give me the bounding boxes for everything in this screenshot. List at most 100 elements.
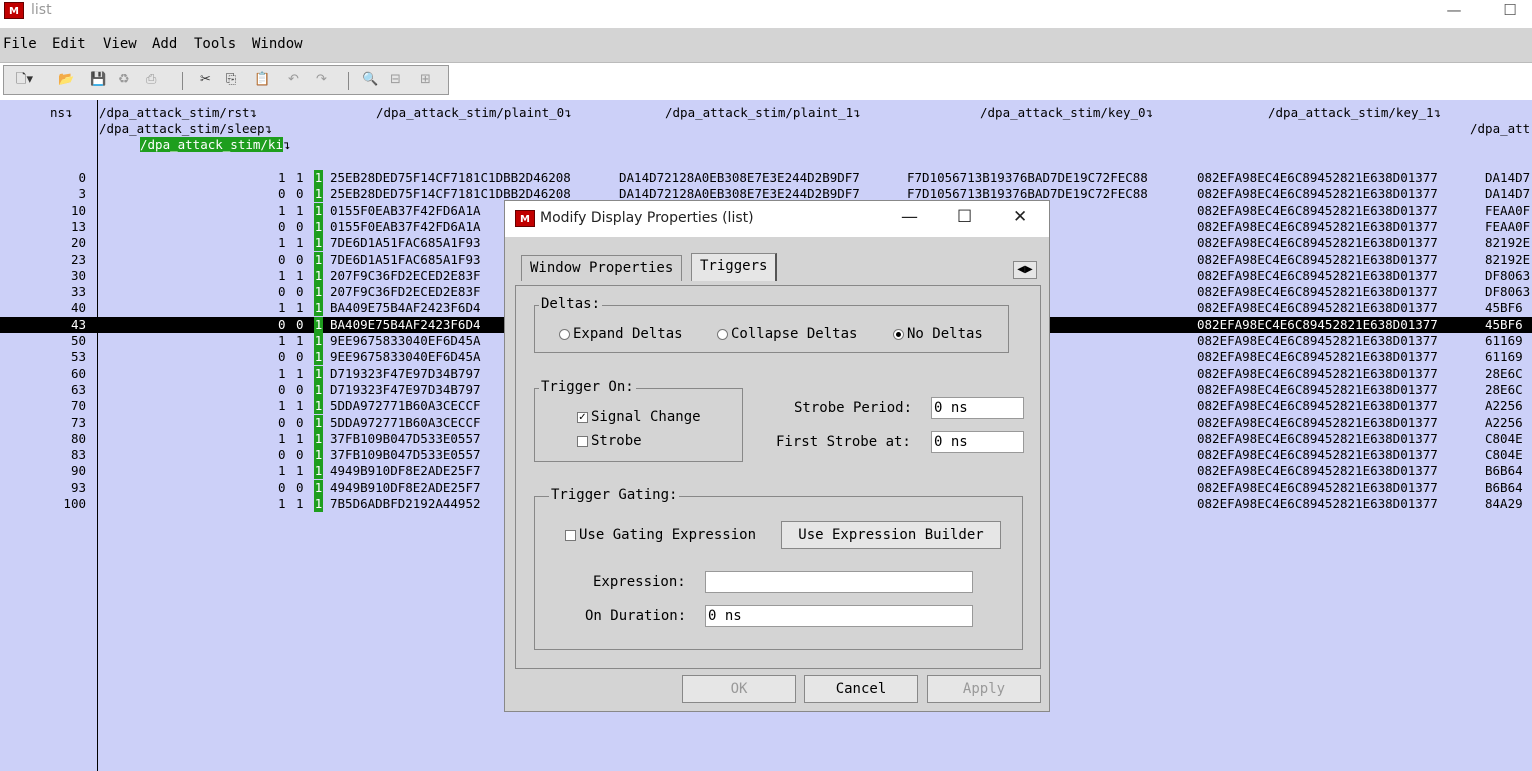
cell-rst: 1 — [278, 170, 286, 185]
cell-ki: 1 — [314, 447, 323, 464]
menu-tools[interactable]: Tools — [194, 36, 236, 52]
cell-rst: 0 — [278, 186, 286, 202]
cell-sleep: 0 — [296, 381, 304, 397]
cell-key-1: 082EFA98EC4E6C89452821E638D01377 — [1197, 496, 1438, 511]
cell-rst: 1 — [278, 267, 286, 283]
header-rst[interactable]: /dpa_attack_stim/rst↴ — [99, 105, 257, 121]
dialog-close-button[interactable]: ✕ — [1013, 207, 1027, 227]
copy-icon[interactable]: ⎘ — [226, 72, 236, 88]
cut-icon[interactable]: ✂ — [200, 72, 211, 88]
toolbar: 🗋▾ 📂 💾 ♻ ⎙ ✂ ⎘ 📋 ↶ ↷ 🔍 ⊟ ⊞ — [0, 63, 1532, 100]
cell-time: 30 — [70, 267, 86, 283]
open-folder-icon[interactable]: 📂 — [58, 72, 74, 88]
cancel-button[interactable]: Cancel — [804, 675, 918, 703]
header-plaint-0[interactable]: /dpa_attack_stim/plaint_0↴ — [376, 105, 572, 121]
cell-ki: 1 — [314, 251, 323, 268]
cell-extra: A2256 — [1485, 414, 1523, 430]
cell-plaint-0: 9EE9675833040EF6D45A — [330, 333, 481, 348]
cell-ki: 1 — [314, 381, 323, 398]
new-file-icon[interactable]: 🗋▾ — [16, 72, 33, 88]
cell-sleep: 0 — [296, 218, 304, 234]
header-plaint-1[interactable]: /dpa_attack_stim/plaint_1↴ — [665, 105, 861, 121]
header-extra[interactable]: /dpa_att — [1470, 121, 1530, 137]
cell-key-1: 082EFA98EC4E6C89452821E638D01377 — [1197, 218, 1438, 234]
paste-icon[interactable]: 📋 — [254, 72, 270, 88]
table-row[interactable]: 0 1 1 25EB28DED75F14CF7181C1DBB2D46208 DA14D… — [0, 170, 1532, 186]
dialog-title: Modify Display Properties (list) — [540, 210, 754, 226]
cell-sleep: 0 — [296, 284, 304, 300]
header-sleep[interactable]: /dpa_attack_stim/sleep↴ — [99, 121, 272, 137]
cell-ki: 1 — [314, 170, 323, 186]
tab-window-properties[interactable]: Window Properties — [521, 255, 683, 281]
cell-time: 73 — [70, 414, 86, 430]
cell-sleep: 1 — [296, 398, 304, 414]
collapse-deltas-radio[interactable]: Collapse Deltas — [717, 326, 857, 342]
cell-time: 50 — [70, 333, 86, 348]
menu-file[interactable]: File — [3, 36, 37, 52]
undo-icon[interactable]: ↶ — [288, 72, 299, 88]
menu-edit[interactable]: Edit — [52, 36, 86, 52]
trigger-on-title: Trigger On: — [539, 379, 636, 395]
expression-field[interactable] — [705, 571, 973, 593]
menu-window[interactable]: Window — [252, 36, 303, 52]
menu-add[interactable]: Add — [152, 36, 177, 52]
cell-plaint-0: D719323F47E97D34B797 — [330, 381, 481, 397]
maximize-button[interactable]: ☐ — [1490, 0, 1530, 22]
ok-button[interactable]: OK — [682, 675, 796, 703]
collapse-icon[interactable]: ⊟ — [390, 72, 401, 88]
cell-extra: 45BF6 — [1485, 316, 1523, 332]
cell-extra: B6B64 — [1485, 463, 1523, 479]
signal-change-checkbox[interactable]: ✓ Signal Change — [577, 409, 701, 425]
cell-extra: 82192E — [1485, 235, 1531, 251]
header-key-1[interactable]: /dpa_attack_stim/key_1↴ — [1268, 105, 1441, 121]
expand-icon[interactable]: ⊞ — [420, 72, 431, 88]
dialog-maximize-button[interactable]: ☐ — [957, 207, 972, 227]
cell-extra: A2256 — [1485, 398, 1523, 414]
tab-scroll-right-icon[interactable]: ▶ — [1025, 264, 1033, 275]
cell-ki: 1 — [314, 316, 323, 333]
strobe-checkbox[interactable]: Strobe — [577, 433, 642, 449]
redo-icon[interactable]: ↷ — [316, 72, 327, 88]
cell-key-1: 082EFA98EC4E6C89452821E638D01377 — [1197, 398, 1438, 414]
on-duration-field[interactable]: 0 ns — [705, 605, 973, 627]
save-icon[interactable]: 💾 — [90, 72, 106, 88]
minimize-button[interactable]: — — [1434, 0, 1474, 22]
header-ki[interactable]: /dpa_attack_stim/ki↴ — [140, 137, 291, 153]
cell-sleep: 1 — [296, 463, 304, 479]
strobe-period-field[interactable]: 0 ns — [931, 397, 1024, 419]
cell-key-1: 082EFA98EC4E6C89452821E638D01377 — [1197, 251, 1438, 267]
header-key-0[interactable]: /dpa_attack_stim/key_0↴ — [980, 105, 1153, 121]
cell-key-1: 082EFA98EC4E6C89452821E638D01377 — [1197, 333, 1438, 348]
deltas-title: Deltas: — [539, 296, 603, 312]
cell-time: 60 — [70, 365, 86, 381]
first-strobe-field[interactable]: 0 ns — [931, 431, 1024, 453]
use-expression-builder-button[interactable]: Use Expression Builder — [781, 521, 1001, 549]
cell-key-1: 082EFA98EC4E6C89452821E638D01377 — [1197, 365, 1438, 381]
cell-ki: 1 — [314, 300, 323, 317]
cell-rst: 1 — [278, 398, 286, 414]
find-icon[interactable]: 🔍 — [362, 72, 378, 88]
tab-triggers[interactable]: Triggers — [691, 253, 778, 281]
apply-button[interactable]: Apply — [927, 675, 1041, 703]
cell-ki: 1 — [314, 430, 323, 447]
reload-icon[interactable]: ♻ — [118, 72, 130, 88]
print-icon[interactable]: ⎙ — [146, 72, 156, 88]
use-gating-expression-checkbox[interactable]: Use Gating Expression — [565, 527, 756, 543]
no-deltas-radio[interactable]: No Deltas — [893, 326, 983, 342]
cell-plaint-0: 0155F0EAB37F42FD6A1A — [330, 202, 481, 218]
cell-key-1: 082EFA98EC4E6C89452821E638D01377 — [1197, 414, 1438, 430]
cell-sleep: 0 — [296, 349, 304, 365]
modify-display-properties-dialog: M Modify Display Properties (list) — ☐ ✕… — [504, 200, 1050, 712]
cell-plaint-0: 207F9C36FD2ECED2E83F — [330, 284, 481, 300]
cell-ki: 1 — [314, 463, 323, 480]
cell-key-1: 082EFA98EC4E6C89452821E638D01377 — [1197, 447, 1438, 463]
cell-sleep: 0 — [296, 447, 304, 463]
dialog-minimize-button[interactable]: — — [901, 207, 918, 227]
tab-scroll-arrows[interactable]: ◀▶ — [1013, 261, 1037, 279]
tab-scroll-left-icon[interactable]: ◀ — [1017, 264, 1025, 275]
cell-plaint-0: 4949B910DF8E2ADE25F7 — [330, 479, 481, 495]
toolbar-group: 🗋▾ 📂 💾 ♻ ⎙ ✂ ⎘ 📋 ↶ ↷ 🔍 ⊟ ⊞ — [3, 65, 449, 95]
header-ns[interactable]: ns↴ — [50, 105, 73, 121]
menu-view[interactable]: View — [103, 36, 137, 52]
expand-deltas-radio[interactable]: Expand Deltas — [559, 326, 683, 342]
